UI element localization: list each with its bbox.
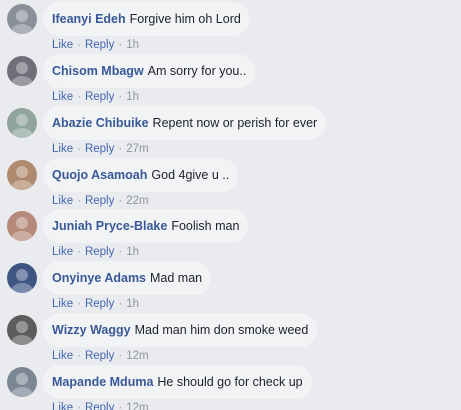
comment-text: Forgive him oh Lord (129, 12, 241, 26)
comment-text: Mad man (150, 271, 203, 285)
reply-link[interactable]: Reply (85, 246, 114, 258)
comment-bubble: Chisom Mbagw Am sorry for you.. (43, 54, 256, 88)
like-link[interactable]: Like (52, 298, 73, 310)
avatar[interactable] (7, 160, 37, 190)
comment-item: Juniah Pryce-Blake Foolish man Like · Reply… (0, 209, 461, 261)
comment-item: Chisom Mbagw Am sorry for you.. Like · Repl… (0, 54, 461, 106)
comment-author[interactable]: Mapande Mduma (52, 375, 153, 389)
user-avatar-icon (7, 367, 37, 397)
reply-link[interactable]: Reply (85, 350, 114, 362)
separator-dot: · (77, 402, 81, 410)
comment-author[interactable]: Chisom Mbagw (52, 64, 144, 78)
comment-text: He should go for check up (157, 375, 303, 389)
like-link[interactable]: Like (52, 350, 73, 362)
user-avatar-icon (7, 56, 37, 86)
comment-author[interactable]: Onyinye Adams (52, 271, 146, 285)
separator-dot: · (77, 246, 81, 258)
separator-dot: · (118, 195, 123, 207)
comment-actions: Like · Reply · 12m (52, 401, 149, 410)
comment-timestamp[interactable]: 1h (126, 91, 139, 103)
comment-bubble: Juniah Pryce-Blake Foolish man (43, 209, 249, 243)
separator-dot: · (77, 350, 81, 362)
separator-dot: · (118, 39, 123, 51)
comment-author[interactable]: Ifeanyi Edeh (52, 12, 126, 26)
separator-dot: · (77, 195, 81, 207)
comment-actions: Like · Reply · 1h (52, 245, 139, 259)
reply-link[interactable]: Reply (85, 402, 114, 410)
avatar[interactable] (7, 211, 37, 241)
user-avatar-icon (7, 211, 37, 241)
comment-actions: Like · Reply · 22m (52, 194, 149, 208)
comment-author[interactable]: Quojo Asamoah (52, 168, 147, 182)
avatar[interactable] (7, 315, 37, 345)
separator-dot: · (118, 402, 123, 410)
user-avatar-icon (7, 263, 37, 293)
user-avatar-icon (7, 108, 37, 138)
comment-timestamp[interactable]: 1h (126, 246, 139, 258)
comment-timestamp[interactable]: 1h (126, 298, 139, 310)
comment-timestamp[interactable]: 12m (126, 402, 148, 410)
comment-item: Ifeanyi Edeh Forgive him oh Lord Like · Rep… (0, 2, 461, 54)
like-link[interactable]: Like (52, 195, 73, 207)
separator-dot: · (118, 91, 123, 103)
like-link[interactable]: Like (52, 91, 73, 103)
separator-dot: · (118, 350, 123, 362)
comment-author[interactable]: Juniah Pryce-Blake (52, 219, 167, 233)
avatar[interactable] (7, 56, 37, 86)
user-avatar-icon (7, 160, 37, 190)
comment-bubble: Ifeanyi Edeh Forgive him oh Lord (43, 2, 250, 36)
like-link[interactable]: Like (52, 402, 73, 410)
avatar[interactable] (7, 108, 37, 138)
comment-text: God 4give u .. (151, 168, 230, 182)
comment-item: Mapande Mduma He should go for check up L… (0, 365, 461, 410)
comment-timestamp[interactable]: 27m (126, 143, 148, 155)
separator-dot: · (118, 298, 123, 310)
comment-bubble: Onyinye Adams Mad man (43, 261, 212, 295)
comment-actions: Like · Reply · 1h (52, 38, 139, 52)
comment-item: Wizzy Waggy Mad man him don smoke weed Li… (0, 313, 461, 365)
like-link[interactable]: Like (52, 143, 73, 155)
avatar[interactable] (7, 4, 37, 34)
comment-timestamp[interactable]: 1h (126, 39, 139, 51)
comment-actions: Like · Reply · 27m (52, 142, 149, 156)
reply-link[interactable]: Reply (85, 143, 114, 155)
separator-dot: · (118, 143, 123, 155)
reply-link[interactable]: Reply (85, 298, 114, 310)
comment-bubble: Mapande Mduma He should go for check up (43, 365, 312, 399)
comment-text: Am sorry for you.. (147, 64, 247, 78)
separator-dot: · (77, 143, 81, 155)
comment-text: Mad man him don smoke weed (134, 323, 309, 337)
separator-dot: · (77, 39, 81, 51)
separator-dot: · (77, 298, 81, 310)
like-link[interactable]: Like (52, 246, 73, 258)
user-avatar-icon (7, 4, 37, 34)
comment-item: Abazie Chibuike Repent now or perish for … (0, 106, 461, 158)
comment-actions: Like · Reply · 12m (52, 349, 149, 363)
comment-timestamp[interactable]: 22m (126, 195, 148, 207)
comment-author[interactable]: Wizzy Waggy (52, 323, 131, 337)
reply-link[interactable]: Reply (85, 195, 114, 207)
comment-bubble: Wizzy Waggy Mad man him don smoke weed (43, 313, 318, 347)
comment-text: Repent now or perish for ever (152, 116, 318, 130)
comment-actions: Like · Reply · 1h (52, 297, 139, 311)
avatar[interactable] (7, 367, 37, 397)
reply-link[interactable]: Reply (85, 91, 114, 103)
comment-text: Foolish man (171, 219, 240, 233)
comment-bubble: Abazie Chibuike Repent now or perish for … (43, 106, 327, 140)
comment-author[interactable]: Abazie Chibuike (52, 116, 149, 130)
comment-timestamp[interactable]: 12m (126, 350, 148, 362)
like-link[interactable]: Like (52, 39, 73, 51)
comment-list: Ifeanyi Edeh Forgive him oh Lord Like · Rep… (0, 0, 461, 410)
comment-item: Onyinye Adams Mad man Like · Reply · 1h (0, 261, 461, 313)
user-avatar-icon (7, 315, 37, 345)
comment-item: Quojo Asamoah God 4give u .. Like · Reply · 2… (0, 158, 461, 210)
avatar[interactable] (7, 263, 37, 293)
comment-bubble: Quojo Asamoah God 4give u .. (43, 158, 239, 192)
separator-dot: · (77, 91, 81, 103)
separator-dot: · (118, 246, 123, 258)
comment-actions: Like · Reply · 1h (52, 90, 139, 104)
reply-link[interactable]: Reply (85, 39, 114, 51)
